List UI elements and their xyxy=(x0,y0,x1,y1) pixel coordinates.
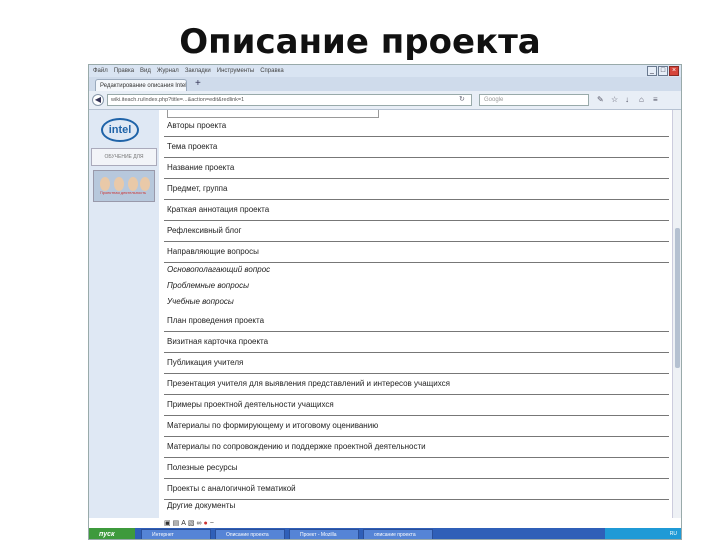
taskbar-item[interactable]: Проект - Mozilla xyxy=(289,529,359,539)
sidebar: intel ОБУЧЕНИЕ ДЛЯ БУДУЩЕГО Проектная де… xyxy=(89,110,159,518)
scrollbar-thumb[interactable] xyxy=(675,228,680,368)
menu-icon[interactable]: ≡ xyxy=(653,94,658,106)
taskbar: пуск Интернет Описание проекта Проект - Mo… xyxy=(89,528,681,539)
downloads-icon[interactable]: ↓ xyxy=(625,94,629,106)
search-input[interactable]: Google xyxy=(479,94,589,106)
stop-icon[interactable]: ● xyxy=(204,520,208,527)
image-icon[interactable]: ▧ xyxy=(188,519,195,527)
menu-item[interactable]: Справка xyxy=(260,65,284,77)
reload-icon[interactable]: ↻ xyxy=(459,94,465,106)
italic-icon[interactable]: ▤ xyxy=(173,519,180,527)
students-photo xyxy=(93,170,155,202)
taskbar-item[interactable]: Интернет xyxy=(141,529,211,539)
section-heading: Материалы по сопровождению и поддержке п… xyxy=(164,437,669,458)
pen-icon[interactable]: ✎ xyxy=(597,94,604,106)
menu-item[interactable]: Журнал xyxy=(157,65,179,77)
taskbar-item[interactable]: Описание проекта xyxy=(215,529,285,539)
section-heading: Презентация учителя для выявления предст… xyxy=(164,374,669,395)
slide-title: Описание проекта xyxy=(179,22,541,62)
section-heading: Краткая аннотация проекта xyxy=(164,200,669,221)
minimize-button[interactable]: _ xyxy=(647,66,657,76)
format-icon[interactable]: A xyxy=(181,520,186,527)
system-tray: RU xyxy=(605,528,681,539)
section-heading: Другие документы xyxy=(167,501,236,510)
menu-item[interactable]: Закладки xyxy=(185,65,211,77)
tab-bar: Редактирование описания Intel + xyxy=(89,77,681,91)
section-heading: Тема проекта xyxy=(164,137,669,158)
section-heading: Рефлексивный блог xyxy=(164,221,669,242)
menu-item[interactable]: Правка xyxy=(114,65,134,77)
section-heading: Проекты с аналогичной тематикой xyxy=(164,479,669,500)
title-bar: Файл Правка Вид Журнал Закладки Инструменты Сп… xyxy=(89,65,681,77)
program-banner: ОБУЧЕНИЕ ДЛЯ БУДУЩЕГО xyxy=(91,148,157,176)
back-arrow-icon[interactable]: ◀ xyxy=(92,94,104,106)
section-heading: Авторы проекта xyxy=(164,116,669,137)
maximize-button[interactable]: □ xyxy=(658,66,668,76)
minus-icon[interactable]: − xyxy=(210,520,214,527)
start-button[interactable]: пуск xyxy=(89,528,135,539)
section-heading: Направляющие вопросы xyxy=(164,242,669,263)
link-icon[interactable]: ∞ xyxy=(197,520,202,527)
close-button[interactable]: × xyxy=(669,66,679,76)
browser-screenshot: Файл Правка Вид Журнал Закладки Инструменты Сп… xyxy=(88,64,682,540)
section-heading: Основополагающий вопрос xyxy=(167,265,271,274)
new-tab-button[interactable]: + xyxy=(195,78,201,89)
menu-item[interactable]: Инструменты xyxy=(217,65,254,77)
bold-icon[interactable]: ▣ xyxy=(164,519,171,527)
photo-caption: Проектная деятельность xyxy=(99,190,147,195)
home-icon[interactable]: ⌂ xyxy=(639,94,644,106)
section-heading: Примеры проектной деятельности учащихся xyxy=(164,395,669,416)
bookmark-star-icon[interactable]: ☆ xyxy=(611,94,618,106)
menu-item[interactable]: Вид xyxy=(140,65,151,77)
taskbar-item[interactable]: описание проекта xyxy=(363,529,433,539)
section-heading: Материалы по формирующему и итоговому оц… xyxy=(164,416,669,437)
section-heading: Публикация учителя xyxy=(164,353,669,374)
scrollbar[interactable] xyxy=(672,110,681,518)
section-list: Авторы проекта Тема проекта Название проек… xyxy=(164,116,669,514)
section-heading: Название проекта xyxy=(164,158,669,179)
intel-logo: intel xyxy=(101,118,139,142)
section-heading: Учебные вопросы xyxy=(167,297,234,306)
browser-tab[interactable]: Редактирование описания Intel xyxy=(95,79,187,91)
section-heading: План проведения проекта xyxy=(164,311,669,332)
section-heading: Визитная карточка проекта xyxy=(164,332,669,353)
address-bar[interactable]: wiki.iteach.ru/index.php?title=...&actio… xyxy=(107,94,472,106)
menu-item[interactable]: Файл xyxy=(93,65,108,77)
window-controls: _ □ × xyxy=(647,66,679,76)
navigation-bar: ◀ wiki.iteach.ru/index.php?title=...&act… xyxy=(89,91,681,110)
editor-toolbar: ▣ ▤ A ▧ ∞ ● − xyxy=(164,518,284,528)
menu-bar: Файл Правка Вид Журнал Закладки Инструменты Сп… xyxy=(89,65,284,77)
section-heading: Полезные ресурсы xyxy=(164,458,669,479)
section-heading: Предмет, группа xyxy=(164,179,669,200)
page-content: intel ОБУЧЕНИЕ ДЛЯ БУДУЩЕГО Проектная де… xyxy=(89,110,681,518)
section-heading: Проблемные вопросы xyxy=(167,281,249,290)
